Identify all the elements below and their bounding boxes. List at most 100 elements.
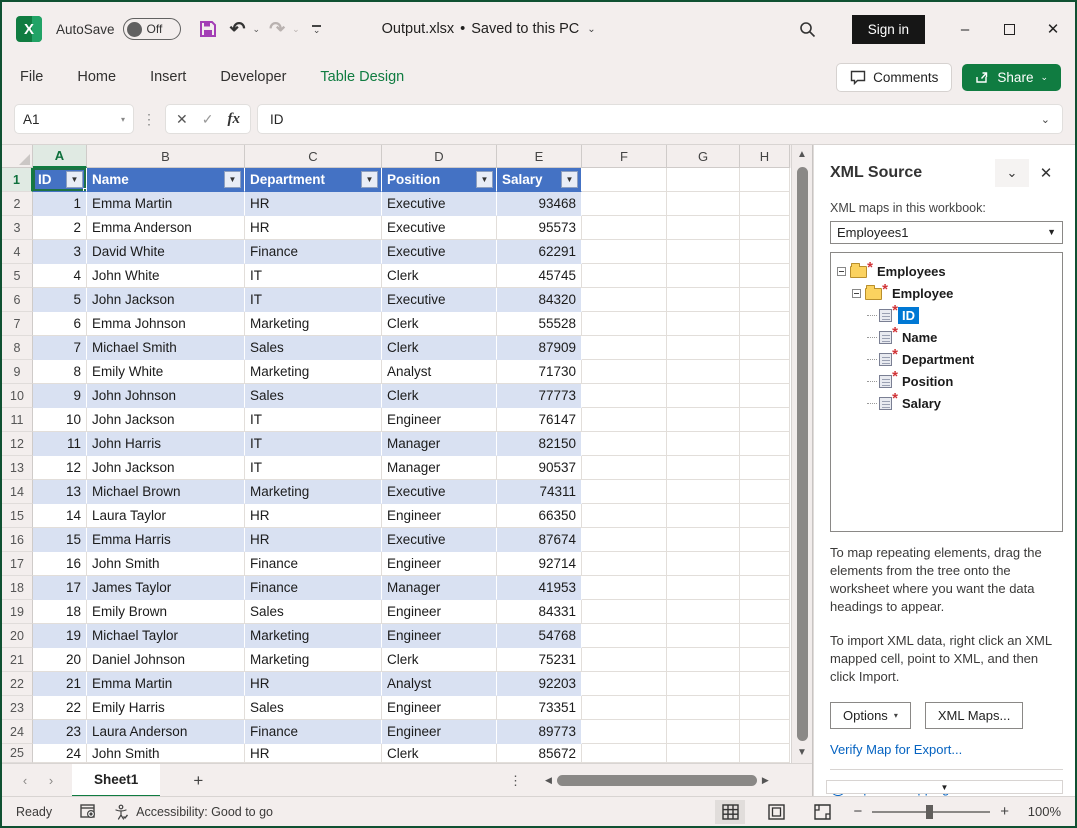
row-header-18[interactable]: 18 bbox=[2, 576, 33, 600]
cell[interactable]: Marketing bbox=[245, 624, 382, 648]
cell[interactable] bbox=[667, 528, 740, 552]
cell[interactable] bbox=[667, 408, 740, 432]
cell[interactable] bbox=[667, 504, 740, 528]
redo-button[interactable]: ↷ bbox=[264, 16, 290, 42]
pane-scrollbar[interactable]: ▼ bbox=[826, 780, 1063, 794]
cell[interactable]: HR bbox=[245, 672, 382, 696]
cell[interactable] bbox=[740, 696, 790, 720]
cell[interactable]: 62291 bbox=[497, 240, 582, 264]
row-header-13[interactable]: 13 bbox=[2, 456, 33, 480]
cell[interactable] bbox=[667, 168, 740, 192]
cell[interactable] bbox=[740, 288, 790, 312]
select-all-button[interactable] bbox=[2, 145, 33, 168]
cell[interactable]: John Harris bbox=[87, 432, 245, 456]
sheet-tab-sheet1[interactable]: Sheet1 bbox=[72, 764, 160, 797]
tree-collapse-icon[interactable] bbox=[852, 289, 861, 298]
autosave-control[interactable]: AutoSave Off bbox=[56, 18, 181, 40]
cell[interactable] bbox=[667, 360, 740, 384]
zoom-percentage[interactable]: 100% bbox=[1019, 804, 1061, 819]
filter-dropdown-button[interactable]: ▼ bbox=[561, 171, 578, 188]
cell[interactable] bbox=[667, 720, 740, 744]
cell[interactable] bbox=[582, 624, 667, 648]
cell[interactable] bbox=[740, 600, 790, 624]
cell[interactable] bbox=[582, 384, 667, 408]
cell[interactable]: Finance bbox=[245, 240, 382, 264]
cell[interactable]: Daniel Johnson bbox=[87, 648, 245, 672]
row-header-3[interactable]: 3 bbox=[2, 216, 33, 240]
zoom-slider-thumb[interactable] bbox=[926, 805, 933, 819]
cell[interactable]: 7 bbox=[33, 336, 87, 360]
cell[interactable] bbox=[667, 336, 740, 360]
cell[interactable] bbox=[667, 384, 740, 408]
cell[interactable] bbox=[582, 576, 667, 600]
horizontal-scrollbar[interactable]: ◀ ▶ bbox=[540, 775, 808, 786]
tree-collapse-icon[interactable] bbox=[837, 267, 846, 276]
table-header-cell-id[interactable]: ID▼ bbox=[33, 168, 87, 192]
cell[interactable] bbox=[740, 528, 790, 552]
column-header-d[interactable]: D bbox=[382, 145, 497, 168]
cell[interactable]: James Taylor bbox=[87, 576, 245, 600]
row-header-17[interactable]: 17 bbox=[2, 552, 33, 576]
cell[interactable]: 12 bbox=[33, 456, 87, 480]
row-header-10[interactable]: 10 bbox=[2, 384, 33, 408]
undo-button[interactable]: ↶ bbox=[225, 16, 251, 42]
xml-map-select[interactable]: Employees1 ▼ bbox=[830, 221, 1063, 244]
filter-dropdown-button[interactable]: ▼ bbox=[476, 171, 493, 188]
cell[interactable]: 84331 bbox=[497, 600, 582, 624]
cell[interactable]: Executive bbox=[382, 192, 497, 216]
column-header-f[interactable]: F bbox=[582, 145, 667, 168]
table-header-cell-department[interactable]: Department▼ bbox=[245, 168, 382, 192]
cell[interactable]: 15 bbox=[33, 528, 87, 552]
cell[interactable] bbox=[582, 744, 667, 763]
scroll-up-icon[interactable]: ▲ bbox=[797, 149, 807, 161]
cell[interactable]: IT bbox=[245, 456, 382, 480]
cell[interactable]: IT bbox=[245, 288, 382, 312]
xml-tree-node-salary[interactable]: *Salary bbox=[837, 393, 1056, 415]
cell[interactable] bbox=[582, 432, 667, 456]
tree-label-salary[interactable]: Salary bbox=[898, 395, 945, 412]
cell[interactable]: HR bbox=[245, 528, 382, 552]
cell[interactable]: Emily White bbox=[87, 360, 245, 384]
cell[interactable]: 20 bbox=[33, 648, 87, 672]
cell[interactable]: Engineer bbox=[382, 624, 497, 648]
cell[interactable] bbox=[740, 264, 790, 288]
cell[interactable]: 16 bbox=[33, 552, 87, 576]
cell[interactable] bbox=[667, 240, 740, 264]
cell[interactable] bbox=[667, 312, 740, 336]
name-box[interactable]: A1 ▾ bbox=[14, 104, 134, 134]
cell[interactable]: IT bbox=[245, 408, 382, 432]
row-header-14[interactable]: 14 bbox=[2, 480, 33, 504]
tree-label-id[interactable]: ID bbox=[898, 307, 919, 324]
cell[interactable] bbox=[582, 552, 667, 576]
cell[interactable]: 17 bbox=[33, 576, 87, 600]
cell[interactable]: David White bbox=[87, 240, 245, 264]
cell[interactable] bbox=[667, 600, 740, 624]
cell[interactable]: 10 bbox=[33, 408, 87, 432]
cell[interactable]: 45745 bbox=[497, 264, 582, 288]
tree-label-position[interactable]: Position bbox=[898, 373, 957, 390]
cell[interactable] bbox=[740, 504, 790, 528]
document-title[interactable]: Output.xlsx • Saved to this PC ⌄ bbox=[382, 21, 596, 37]
dropdown-arrow-icon[interactable]: ▼ bbox=[1047, 227, 1056, 237]
cell[interactable]: 41953 bbox=[497, 576, 582, 600]
normal-view-button[interactable] bbox=[715, 800, 745, 824]
cell[interactable] bbox=[582, 240, 667, 264]
cell[interactable] bbox=[740, 216, 790, 240]
xml-maps-button[interactable]: XML Maps... bbox=[925, 702, 1023, 729]
cell[interactable]: 1 bbox=[33, 192, 87, 216]
cell[interactable]: 11 bbox=[33, 432, 87, 456]
add-sheet-button[interactable]: + bbox=[178, 771, 218, 791]
cell[interactable]: Clerk bbox=[382, 744, 497, 763]
cell[interactable]: 6 bbox=[33, 312, 87, 336]
cell[interactable]: John Jackson bbox=[87, 456, 245, 480]
cell[interactable]: 8 bbox=[33, 360, 87, 384]
cell[interactable] bbox=[740, 408, 790, 432]
cell[interactable]: 21 bbox=[33, 672, 87, 696]
cell[interactable] bbox=[582, 648, 667, 672]
cell[interactable] bbox=[667, 480, 740, 504]
cell[interactable]: 22 bbox=[33, 696, 87, 720]
cell[interactable] bbox=[582, 696, 667, 720]
macro-record-button[interactable] bbox=[80, 804, 97, 819]
cell[interactable]: Sales bbox=[245, 600, 382, 624]
ribbon-tab-file[interactable]: File bbox=[20, 69, 43, 85]
